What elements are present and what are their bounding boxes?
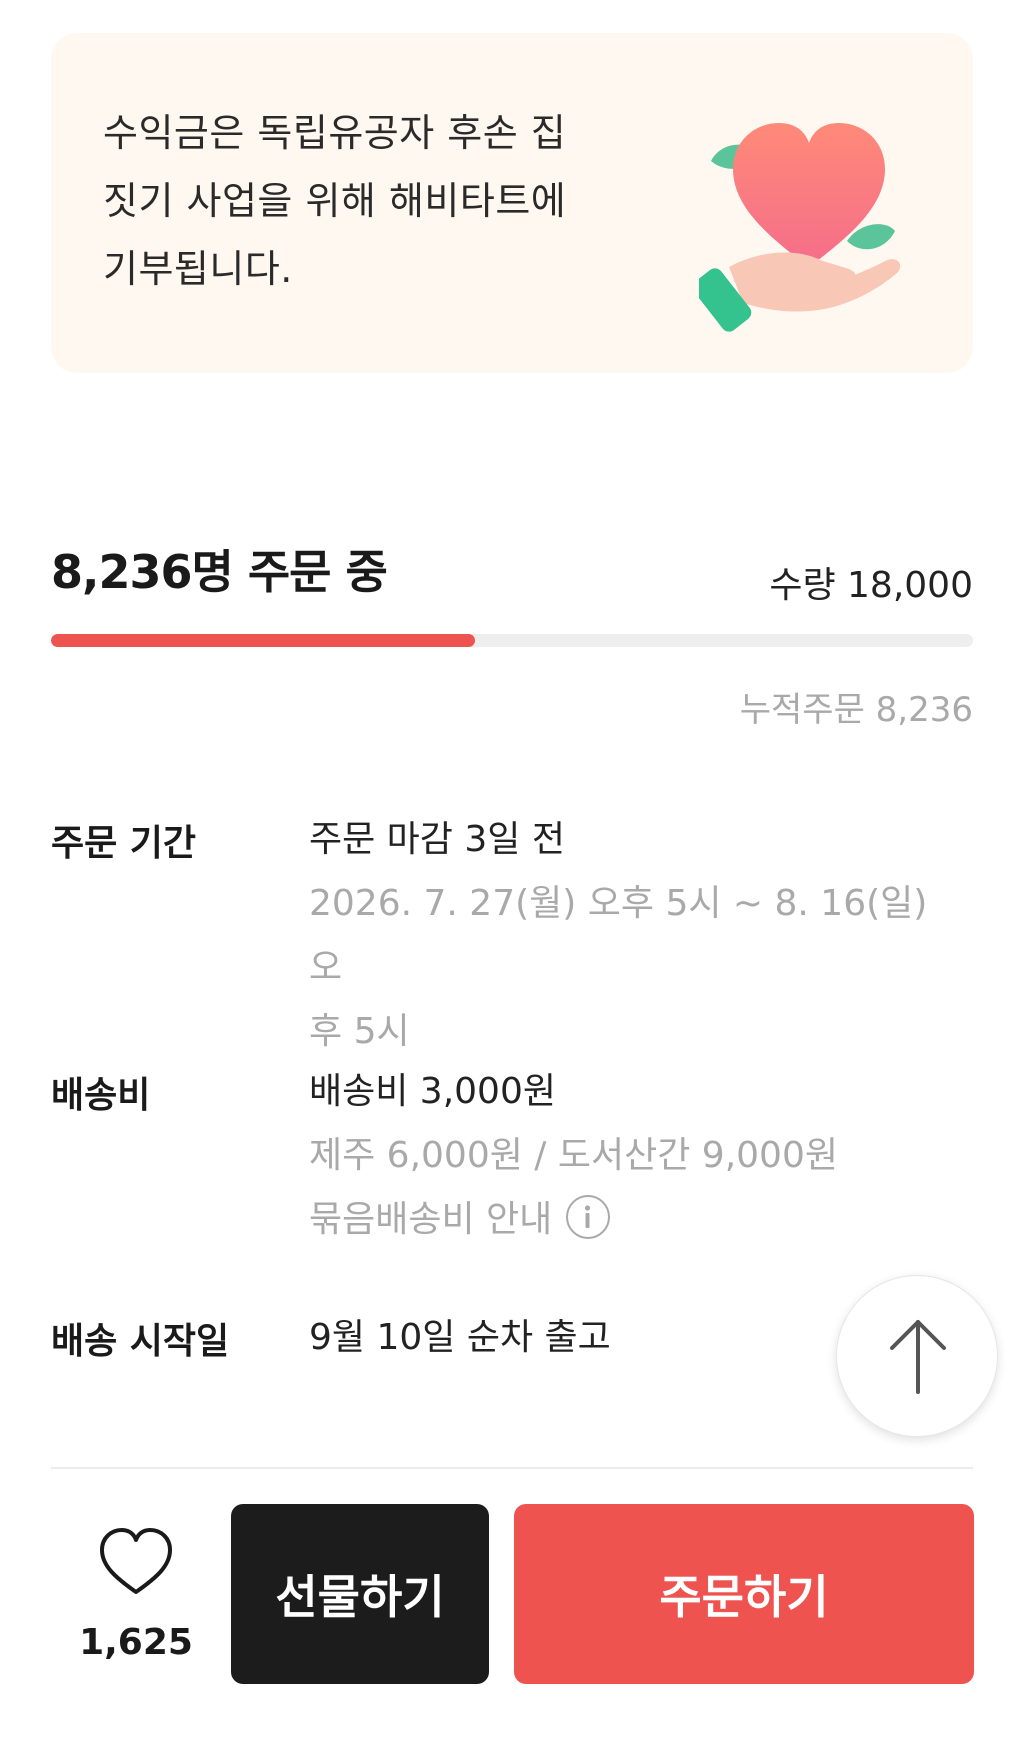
order-progress-bar [51, 634, 973, 647]
order-deadline: 주문 마감 3일 전 [309, 819, 565, 860]
donation-banner: 수익금은 독립유공자 후손 집 짓기 사업을 위해 해비타트에 기부됩니다. [51, 33, 973, 373]
info-icon[interactable] [566, 1195, 611, 1239]
arrow-up-icon [890, 1320, 946, 1394]
heart-outline-icon [100, 1528, 172, 1594]
gift-button[interactable]: 선물하기 [231, 1504, 489, 1684]
donation-line-1: 수익금은 독립유공자 후손 집 [103, 111, 567, 155]
donation-line-2: 짓기 사업을 위해 해비타트에 [103, 179, 567, 223]
quantity-label: 수량 18,000 [769, 565, 973, 606]
order-count-heading: 8,236명 주문 중 [51, 545, 388, 599]
shipping-fee-label: 배송비 [51, 1075, 151, 1116]
shipping-fee-value: 배송비 3,000원 [309, 1071, 556, 1112]
donation-line-3: 기부됩니다. [103, 247, 293, 291]
order-period-label: 주문 기간 [51, 823, 197, 864]
heart-hand-icon [699, 123, 901, 332]
order-period-range-2: 후 5시 [309, 1011, 410, 1052]
like-button[interactable]: 1,625 [76, 1522, 196, 1672]
bundle-shipping-info-link[interactable]: 묶음배송비 안내 [309, 1188, 969, 1252]
cumulative-orders: 누적주문 8,236 [739, 690, 973, 730]
bundle-shipping-label: 묶음배송비 안내 [309, 1199, 553, 1240]
like-count: 1,625 [79, 1622, 193, 1663]
order-progress-fill [51, 634, 476, 647]
order-period-range-1: 2026. 7. 27(월) 오후 5시 ~ 8. 16(일) 오 [309, 883, 928, 988]
bottom-divider [51, 1467, 973, 1469]
donation-message: 수익금은 독립유공자 후손 집 짓기 사업을 위해 해비타트에 기부됩니다. [103, 99, 623, 303]
shipping-fee-extra: 제주 6,000원 / 도서산간 9,000원 [309, 1135, 838, 1176]
scroll-top-button[interactable] [836, 1275, 998, 1437]
order-button[interactable]: 주문하기 [514, 1504, 974, 1684]
shipping-fee-info: 배송비 3,000원 제주 6,000원 / 도서산간 9,000원 묶음배송비… [309, 1060, 969, 1252]
ship-start-label: 배송 시작일 [51, 1321, 230, 1362]
order-period-info: 주문 마감 3일 전 2026. 7. 27(월) 오후 5시 ~ 8. 16(… [309, 808, 969, 1064]
